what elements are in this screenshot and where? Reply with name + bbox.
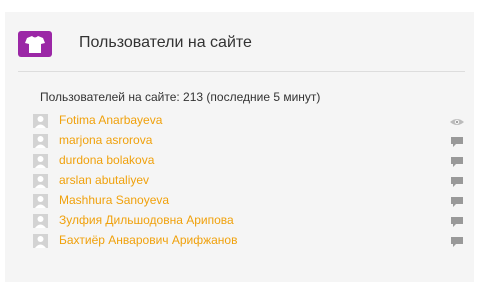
message-icon[interactable] [449, 195, 465, 207]
user-name-link[interactable]: arslan abutaliyev [59, 173, 149, 187]
user-name-link[interactable]: Бахтиёр Анварович Арифжанов [59, 233, 237, 247]
user-avatar-icon[interactable] [33, 134, 48, 148]
message-icon[interactable] [449, 175, 465, 187]
eye-icon[interactable] [449, 115, 465, 127]
online-users-summary: Пользователей на сайте: 213 (последние 5… [40, 90, 321, 104]
user-list-item: Зулфия Дильшодовна Арипова [33, 210, 465, 230]
user-avatar-icon[interactable] [33, 234, 48, 248]
message-icon[interactable] [449, 215, 465, 227]
user-name-link[interactable]: Fotima Anarbayeva [59, 113, 162, 127]
user-list-item: Fotima Anarbayeva [33, 110, 465, 130]
user-name-link[interactable]: Mashhura Sanoyeva [59, 193, 169, 207]
user-list-item: Mashhura Sanoyeva [33, 190, 465, 210]
user-name-link[interactable]: durdona bolakova [59, 153, 154, 167]
users-icon [18, 31, 52, 57]
user-list-item: durdona bolakova [33, 150, 465, 170]
message-icon[interactable] [449, 155, 465, 167]
online-users-block: Пользователи на сайте Пользователей на с… [5, 12, 474, 282]
user-avatar-icon[interactable] [33, 194, 48, 208]
user-name-link[interactable]: marjona asrorova [59, 133, 152, 147]
user-list: Fotima Anarbayeva marjona asrorova durdona… [33, 110, 465, 250]
user-avatar-icon[interactable] [33, 154, 48, 168]
user-avatar-icon[interactable] [33, 114, 48, 128]
header-divider [18, 71, 465, 72]
user-list-item: arslan abutaliyev [33, 170, 465, 190]
user-avatar-icon[interactable] [33, 174, 48, 188]
message-icon[interactable] [449, 235, 465, 247]
user-avatar-icon[interactable] [33, 214, 48, 228]
user-list-item: marjona asrorova [33, 130, 465, 150]
message-icon[interactable] [449, 135, 465, 147]
user-list-item: Бахтиёр Анварович Арифжанов [33, 230, 465, 250]
block-header: Пользователи на сайте [5, 12, 474, 72]
block-title: Пользователи на сайте [79, 34, 252, 51]
user-name-link[interactable]: Зулфия Дильшодовна Арипова [59, 213, 234, 227]
